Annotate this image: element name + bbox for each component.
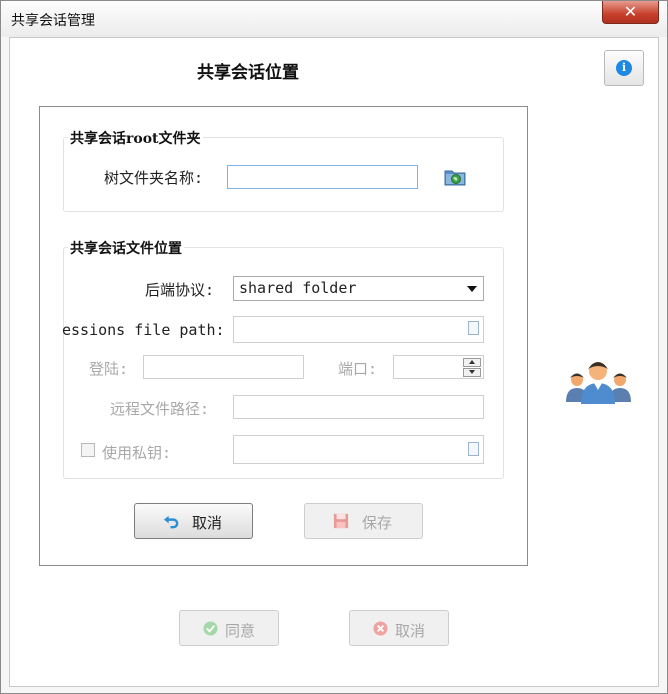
info-icon: i (616, 60, 632, 76)
footer-cancel-button-label: 取消 (395, 622, 426, 640)
tree-folder-input[interactable] (227, 165, 418, 189)
save-button[interactable]: 保存 (304, 503, 423, 539)
file-icon[interactable] (468, 442, 479, 456)
remote-path-label: 远程文件路径: (110, 400, 210, 418)
login-label: 登陆: (89, 360, 129, 378)
check-circle-icon (203, 621, 218, 636)
cancel-button[interactable]: 取消 (134, 503, 253, 539)
footer-cancel-button[interactable]: 取消 (349, 610, 449, 646)
backend-protocol-select[interactable]: shared folder (233, 276, 484, 301)
info-button[interactable]: i (604, 50, 644, 86)
root-folder-legend: 共享会话root文件夹 (68, 128, 203, 148)
save-icon (333, 513, 349, 529)
undo-icon (163, 515, 179, 529)
backend-protocol-value: shared folder (239, 279, 357, 297)
window-title: 共享会话管理 (11, 13, 95, 29)
remote-path-input[interactable] (233, 395, 484, 419)
sessions-path-input[interactable] (233, 316, 484, 343)
spin-down-button[interactable] (463, 368, 481, 377)
title-bar: 共享会话管理 ✕ (1, 1, 667, 37)
private-key-label: 使用私钥: (102, 444, 172, 462)
file-icon[interactable] (468, 321, 479, 335)
close-button[interactable]: ✕ (602, 1, 659, 24)
close-icon: ✕ (623, 2, 638, 21)
tree-folder-label: 树文件夹名称: (104, 169, 204, 187)
spin-up-button[interactable] (463, 358, 481, 367)
close-circle-icon (373, 621, 388, 636)
cancel-button-label: 取消 (192, 514, 223, 532)
page-title: 共享会话位置 (197, 63, 299, 83)
sessions-path-label: essions file path: (62, 321, 225, 339)
port-label: 端口: (338, 360, 378, 378)
folder-globe-icon[interactable] (444, 168, 467, 186)
chevron-down-icon (467, 286, 477, 292)
port-spinbox[interactable] (393, 355, 484, 379)
file-location-legend: 共享会话文件位置 (68, 238, 184, 258)
private-key-checkbox[interactable] (81, 443, 95, 457)
save-button-label: 保存 (362, 514, 393, 532)
login-input[interactable] (143, 355, 304, 379)
agree-button-label: 同意 (225, 622, 256, 640)
agree-button[interactable]: 同意 (179, 610, 279, 646)
backend-protocol-label: 后端协议: (145, 281, 215, 299)
private-key-input[interactable] (233, 435, 484, 464)
users-group-icon (566, 362, 631, 404)
